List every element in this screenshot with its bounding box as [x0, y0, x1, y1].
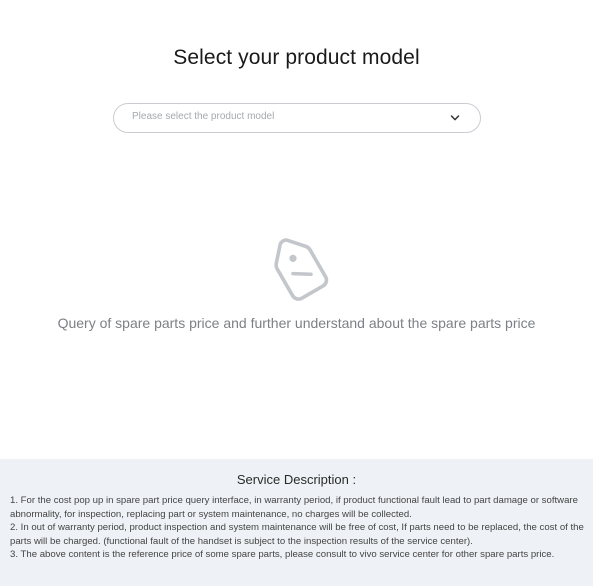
chevron-down-icon[interactable]: [450, 113, 460, 123]
service-description-text: 1. For the cost pop up in spare part pri…: [10, 494, 585, 562]
service-description-item: 1. For the cost pop up in spare part pri…: [10, 495, 578, 520]
service-description-item: 2. In out of warranty period, product in…: [10, 522, 584, 547]
service-description-panel: Service Description : 1. For the cost po…: [0, 459, 593, 586]
service-description-item: 3. The above content is the reference pr…: [10, 549, 555, 561]
product-model-select[interactable]: Please select the product model: [113, 103, 481, 133]
product-model-placeholder: Please select the product model: [132, 111, 275, 122]
service-description-title: Service Description :: [236, 472, 357, 487]
page-title: Select your product model: [173, 46, 420, 69]
price-tag-icon: [274, 238, 329, 301]
empty-state-text: Query of spare parts price and further u…: [57, 315, 536, 331]
